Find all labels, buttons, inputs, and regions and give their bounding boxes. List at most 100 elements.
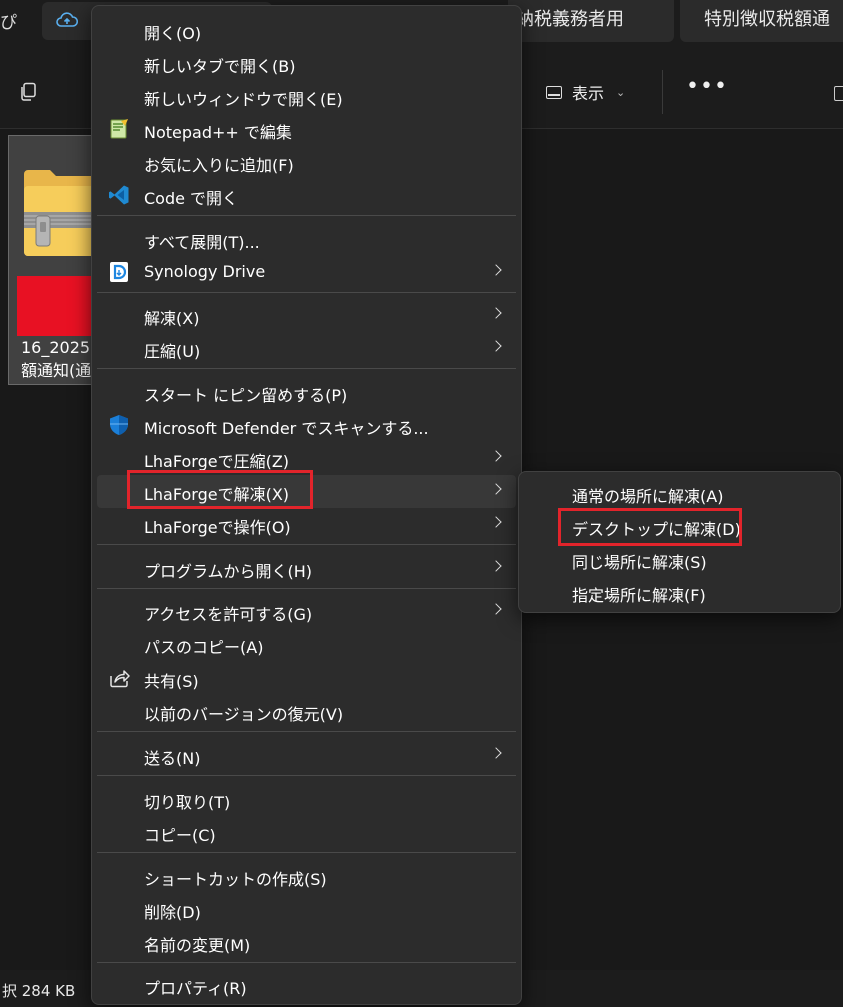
more-options-button[interactable]: ••• [686, 74, 728, 99]
menu-separator [97, 368, 516, 369]
menu-item-send-to[interactable]: 送る(N) [97, 739, 516, 772]
notepadpp-icon [110, 119, 128, 139]
menu-item-label: 解凍(X) [144, 309, 200, 328]
menu-item-label: Notepad++ で編集 [144, 123, 292, 142]
menu-item-label: 以前のバージョンの復元(V) [144, 705, 344, 724]
menu-item-label: 共有(S) [144, 672, 199, 691]
menu-item-synology-drive[interactable]: Synology Drive [97, 256, 516, 289]
tab-edge-glyph: ぴ [0, 13, 17, 33]
menu-item-defender-scan[interactable]: Microsoft Defender でスキャンする... [97, 409, 516, 442]
submenu-item-label: 指定場所に解凍(F) [572, 586, 706, 605]
tab-notice-taxpayer[interactable]: 納税義務者用 [508, 0, 674, 42]
submenu-item-extract-same-folder[interactable]: 同じ場所に解凍(S) [524, 543, 835, 576]
view-button[interactable]: 表示 ⌄ [546, 80, 625, 104]
menu-item-label: 開く(O) [144, 24, 202, 43]
menu-item-lhaforge-operate[interactable]: LhaForgeで操作(O) [97, 508, 516, 541]
menu-item-label: スタート にピン留めする(P) [144, 386, 348, 405]
chevron-right-icon [490, 450, 502, 462]
menu-separator [97, 731, 516, 732]
file-name-line1: 16_2025 [21, 338, 91, 357]
chevron-down-icon: ⌄ [616, 85, 626, 99]
view-label: 表示 [572, 84, 605, 103]
details-pane-icon[interactable] [834, 86, 843, 101]
menu-separator [97, 588, 516, 589]
chevron-right-icon [490, 747, 502, 759]
menu-item-share[interactable]: 共有(S) [97, 662, 516, 695]
menu-item-label: コピー(C) [144, 826, 216, 845]
chevron-right-icon [490, 483, 502, 495]
menu-item-extract[interactable]: 解凍(X) [97, 299, 516, 332]
menu-item-label: アクセスを許可する(G) [144, 605, 313, 624]
menu-separator [97, 292, 516, 293]
menu-item-add-favorites[interactable]: お気に入りに追加(F) [97, 146, 516, 179]
menu-item-label: 新しいウィンドウで開く(E) [144, 90, 343, 109]
menu-item-create-shortcut[interactable]: ショートカットの作成(S) [97, 860, 516, 893]
menu-item-label: LhaForgeで圧縮(Z) [144, 452, 290, 471]
vscode-icon [109, 185, 129, 205]
status-text: 択 284 KB [2, 982, 76, 1000]
share-icon [110, 670, 130, 688]
submenu-item-extract-specified[interactable]: 指定場所に解凍(F) [524, 576, 835, 609]
menu-item-label: Code で開く [144, 189, 239, 208]
chevron-right-icon [490, 560, 502, 572]
menu-item-open-with[interactable]: プログラムから開く(H) [97, 552, 516, 585]
menu-item-label: パスのコピー(A) [144, 638, 264, 657]
menu-item-cut[interactable]: 切り取り(T) [97, 783, 516, 816]
synology-drive-icon [110, 262, 128, 282]
file-name: 16_2025 額通知(通 [21, 336, 91, 382]
chevron-right-icon [490, 340, 502, 352]
menu-item-open-new-tab[interactable]: 新しいタブで開く(B) [97, 47, 516, 80]
submenu-item-label: 通常の場所に解凍(A) [572, 487, 724, 506]
chevron-right-icon [490, 307, 502, 319]
selected-zip-file[interactable]: 16_2025 額通知(通 [8, 135, 104, 385]
tab-special-collection[interactable]: 特別徴収税額通 [680, 0, 843, 42]
menu-item-label: プログラムから開く(H) [144, 562, 313, 581]
menu-item-copy-path[interactable]: パスのコピー(A) [97, 628, 516, 661]
cloud-upload-icon [56, 12, 78, 27]
menu-separator [97, 544, 516, 545]
menu-item-compress[interactable]: 圧縮(U) [97, 332, 516, 365]
menu-item-label: 名前の変更(M) [144, 936, 251, 955]
menu-item-open[interactable]: 開く(O) [97, 14, 516, 47]
menu-item-open-new-window[interactable]: 新しいウィンドウで開く(E) [97, 80, 516, 113]
chevron-right-icon [490, 264, 502, 276]
menu-item-label: ショートカットの作成(S) [144, 870, 327, 889]
file-name-line2: 額通知(通 [21, 361, 92, 380]
menu-item-give-access[interactable]: アクセスを許可する(G) [97, 595, 516, 628]
chevron-right-icon [490, 603, 502, 615]
menu-item-label: 圧縮(U) [144, 342, 201, 361]
menu-item-open-vscode[interactable]: Code で開く [97, 179, 516, 212]
menu-item-restore-previous[interactable]: 以前のバージョンの復元(V) [97, 695, 516, 728]
menu-item-label: 新しいタブで開く(B) [144, 57, 296, 76]
toolbar-divider [662, 70, 663, 114]
menu-separator [97, 775, 516, 776]
menu-item-label: 送る(N) [144, 749, 201, 768]
defender-shield-icon [110, 415, 128, 435]
menu-item-pin-start[interactable]: スタート にピン留めする(P) [97, 376, 516, 409]
redaction-mark [17, 276, 99, 336]
highlight-extract-desktop [558, 508, 742, 546]
menu-item-copy[interactable]: コピー(C) [97, 816, 516, 849]
menu-item-label: お気に入りに追加(F) [144, 156, 294, 175]
menu-item-rename[interactable]: 名前の変更(M) [97, 926, 516, 959]
menu-item-label: Microsoft Defender でスキャンする... [144, 419, 429, 438]
menu-item-label: LhaForgeで操作(O) [144, 518, 291, 537]
view-icon [546, 85, 562, 99]
chevron-right-icon [490, 516, 502, 528]
menu-item-label: すべて展開(T)... [144, 233, 260, 252]
menu-separator [97, 962, 516, 963]
menu-item-edit-notepadpp[interactable]: Notepad++ で編集 [97, 113, 516, 146]
menu-item-label: Synology Drive [144, 262, 266, 281]
menu-item-label: プロパティ(R) [144, 979, 247, 998]
menu-separator [97, 852, 516, 853]
highlight-lhaforge-extract [127, 470, 313, 509]
copy-icon[interactable] [18, 82, 38, 102]
menu-separator [97, 215, 516, 216]
menu-item-delete[interactable]: 削除(D) [97, 893, 516, 926]
submenu-item-label: 同じ場所に解凍(S) [572, 553, 707, 572]
menu-item-label: 切り取り(T) [144, 793, 231, 812]
menu-item-label: 削除(D) [144, 903, 201, 922]
menu-item-extract-all[interactable]: すべて展開(T)... [97, 223, 516, 256]
submenu-item-extract-normal[interactable]: 通常の場所に解凍(A) [524, 477, 835, 510]
menu-item-properties[interactable]: プロパティ(R) [97, 969, 516, 1002]
